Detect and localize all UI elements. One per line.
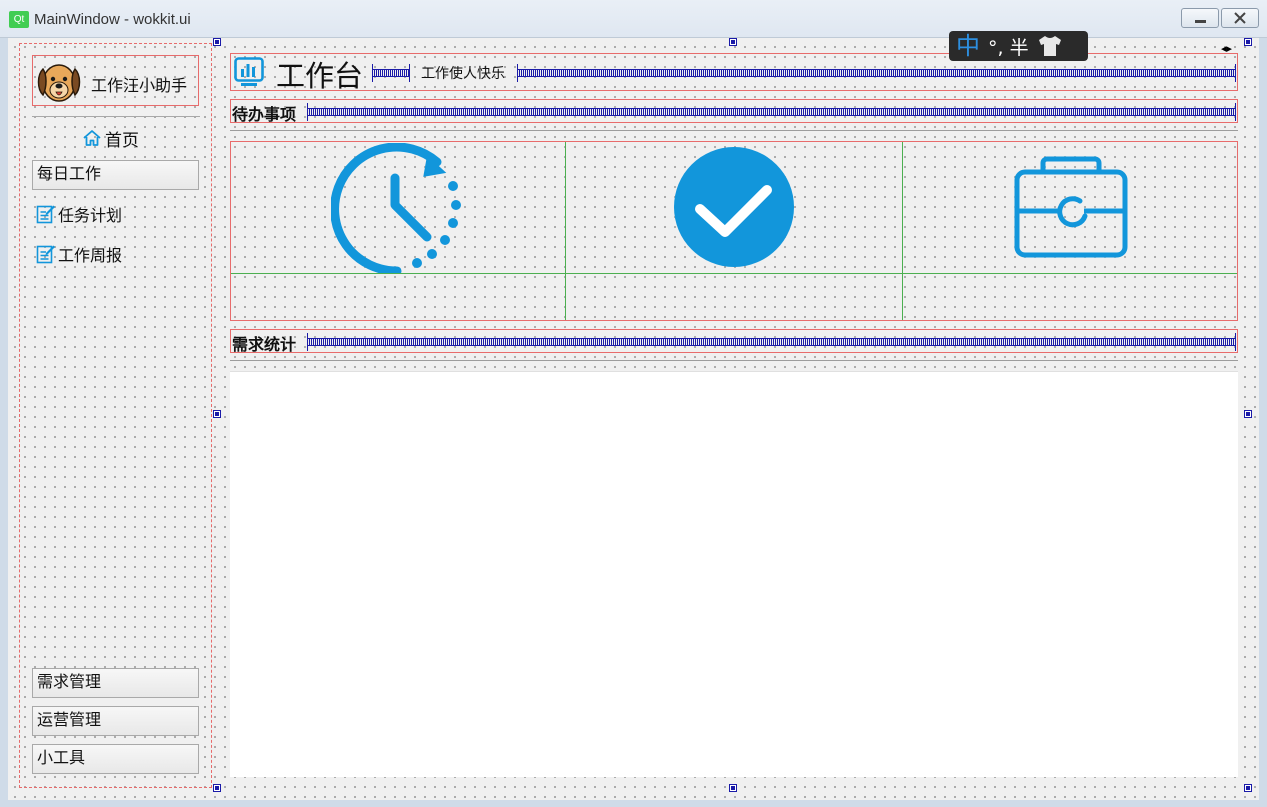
edit-icon [36, 205, 55, 224]
ime-symbols[interactable]: °, 半 [988, 33, 1029, 60]
section-divider [230, 360, 1238, 361]
minimize-button[interactable] [1181, 8, 1219, 28]
selection-handle[interactable] [213, 410, 221, 418]
dog-avatar-icon [37, 64, 81, 102]
page-subtitle: 工作使人快乐 [421, 66, 505, 82]
ime-indicator[interactable]: 中 °, 半 [949, 31, 1088, 61]
selection-handle[interactable] [1244, 410, 1252, 418]
home-label: 首页 [105, 130, 139, 151]
selection-handle[interactable] [729, 38, 737, 46]
horizontal-spacer[interactable] [307, 103, 1236, 121]
horizontal-spacer[interactable] [307, 333, 1236, 351]
weekly-report-label: 工作周报 [58, 246, 123, 265]
toolbox-icon[interactable] [1014, 156, 1128, 258]
demand-chart-area[interactable] [230, 371, 1238, 777]
home-link[interactable]: 首页 [82, 127, 139, 151]
window-title: MainWindow - wokkit.ui [34, 11, 191, 28]
clock-refresh-icon[interactable] [331, 143, 463, 273]
page-title: 工作台 [276, 59, 364, 93]
daily-work-button[interactable]: 每日工作 [32, 160, 199, 190]
edit-icon [36, 245, 55, 264]
selection-handle[interactable] [729, 784, 737, 792]
tools-button[interactable]: 小工具 [32, 744, 199, 774]
todo-section-header: 待办事项 [230, 99, 1238, 124]
horizontal-spacer[interactable] [372, 64, 410, 82]
todo-grid [230, 141, 1238, 321]
horizontal-spacer[interactable] [517, 64, 1236, 82]
layout-grid-line [565, 142, 566, 320]
qt-logo: Qt [9, 11, 29, 28]
check-circle-icon[interactable] [673, 146, 795, 268]
close-icon [1234, 12, 1246, 24]
selection-handle[interactable] [1244, 784, 1252, 792]
selection-handle[interactable] [213, 784, 221, 792]
ime-mode[interactable]: 中 [956, 32, 980, 60]
resize-arrows-icon: ◂▸ [1221, 42, 1233, 55]
home-icon [83, 130, 101, 146]
operations-management-button[interactable]: 运营管理 [32, 706, 199, 736]
layout-grid-line [231, 273, 1237, 274]
todo-section-label: 待办事项 [232, 105, 297, 124]
brand-name: 工作汪小助手 [91, 76, 188, 95]
dashboard-icon [234, 57, 264, 86]
task-plan-label: 任务计划 [58, 206, 123, 225]
task-plan-link[interactable]: 任务计划 [36, 203, 122, 225]
sidebar-divider [32, 116, 200, 117]
demand-section-header: 需求统计 [230, 329, 1238, 354]
brand-box: 工作汪小助手 [32, 55, 199, 106]
selection-handle[interactable] [1244, 38, 1252, 46]
skin-shirt-icon[interactable] [1037, 35, 1063, 57]
close-button[interactable] [1221, 8, 1259, 28]
weekly-report-link[interactable]: 工作周报 [36, 243, 122, 265]
section-divider [230, 130, 1238, 131]
selection-handle[interactable] [213, 38, 221, 46]
demand-section-label: 需求统计 [232, 335, 297, 354]
demand-management-button[interactable]: 需求管理 [32, 668, 199, 698]
layout-grid-line [902, 142, 903, 320]
